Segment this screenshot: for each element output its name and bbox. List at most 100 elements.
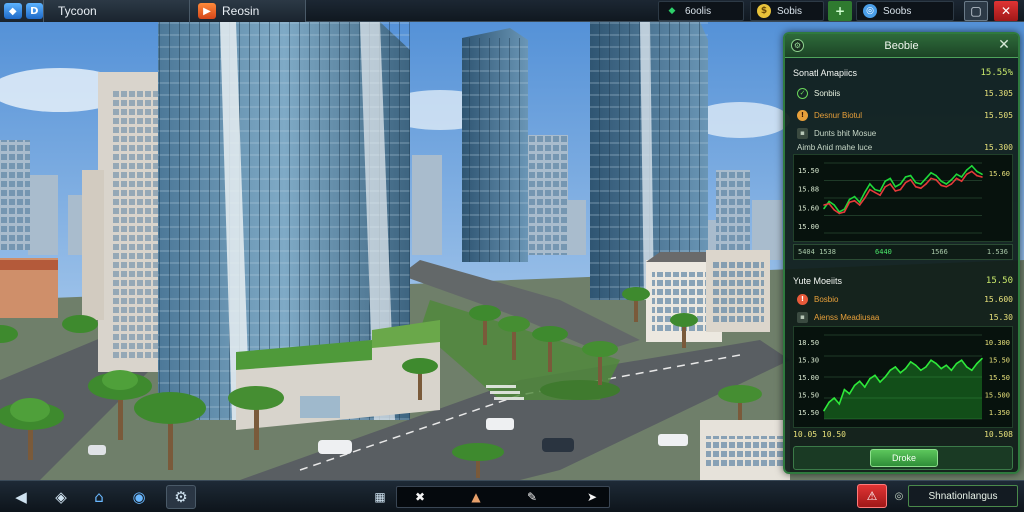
stats-panel: ⚙ Beobie ✕ Sonatl Amapiics 15.55% ✓ Sonb… <box>783 32 1020 474</box>
tick-label: 15.00 <box>798 374 819 382</box>
house-icon[interactable]: ⌂ <box>84 485 114 509</box>
chart2-footer: 10.05 10.50 10.508 <box>793 428 1013 440</box>
panel-settings-icon[interactable]: ⚙ <box>791 39 804 52</box>
toolbox-icon[interactable]: ▦ <box>368 485 392 509</box>
list-item[interactable]: ! Desnur Biotul 15.505 <box>797 108 1013 122</box>
data-point <box>838 403 841 405</box>
play-flag-icon: ▶ <box>198 3 216 19</box>
alert-button[interactable]: ⚠ <box>857 484 887 508</box>
status-text: Shnationlangus <box>928 490 998 502</box>
data-point <box>833 204 835 206</box>
data-point <box>853 195 856 198</box>
data-point <box>863 191 866 194</box>
data-point <box>848 393 851 395</box>
data-point <box>843 211 846 213</box>
data-point <box>925 183 927 185</box>
eye-icon[interactable]: ◉ <box>124 485 154 509</box>
row-label: Sonbiis <box>814 88 841 98</box>
data-label: 10.300 <box>985 339 1010 347</box>
line-chart-1[interactable]: 15.50 15.88 15.60 15.00 15.60 <box>793 154 1013 242</box>
data-point <box>971 165 973 167</box>
add-resource-button[interactable]: + <box>828 1 852 21</box>
resource-globes[interactable]: ◎ Soobs <box>856 1 954 21</box>
data-point <box>955 362 958 365</box>
data-point <box>914 181 917 184</box>
list-item[interactable]: ✓ Sonbiis 15.305 <box>797 86 1013 100</box>
row-value: 15.600 <box>984 294 1013 304</box>
panel-title: Beobie <box>884 39 919 52</box>
data-point <box>899 183 902 185</box>
globe-icon: ◎ <box>863 4 877 18</box>
globe-status-icon: ◎ <box>894 490 904 502</box>
data-point <box>823 204 825 206</box>
tab-tycoon-icons[interactable]: ◆ D <box>0 0 44 22</box>
warning-icon: ! <box>797 109 808 121</box>
data-point <box>971 170 973 173</box>
data-point <box>930 177 932 180</box>
close-game-button[interactable]: ✕ <box>994 1 1018 21</box>
data-point <box>920 183 922 185</box>
row-label: Bosbio <box>814 294 839 304</box>
chart1-footer-label: 5404 1538 <box>798 248 836 256</box>
tag-icon: ▪ <box>797 311 808 323</box>
cube-build-icon[interactable]: ◈ <box>46 485 76 509</box>
bulldozer-icon[interactable]: ✖ <box>407 488 433 506</box>
brush-icon[interactable]: ✎ <box>519 488 545 506</box>
data-point <box>920 369 922 372</box>
row-label: Aienss Meadiusaa <box>814 312 880 322</box>
tick-label: 15.50 <box>798 167 819 175</box>
area-chart-2-svg: 18.50 15.30 15.00 15.50 15.50 10.300 15.50 15.5… <box>798 334 1010 420</box>
data-point <box>960 359 963 361</box>
status-field[interactable]: Shnationlangus <box>908 485 1018 507</box>
panel-header: ⚙ Beobie ✕ <box>785 34 1018 58</box>
section2-value: 15.50 <box>985 276 1013 286</box>
data-point <box>848 201 851 203</box>
area-chart-2[interactable]: 18.50 15.30 15.00 15.50 15.50 10.300 15.50 15.5… <box>793 326 1013 428</box>
data-point <box>930 359 932 361</box>
data-point <box>955 173 958 175</box>
data-point <box>925 366 927 368</box>
list-item: ▪ Aienss Meadiusaa 15.30 <box>797 310 1013 324</box>
tool-strip: ✖ ▲ ✎ ➤ <box>396 486 610 508</box>
resource-gems[interactable]: ◆ 6oolis <box>658 1 744 21</box>
data-point <box>823 207 825 210</box>
settings-house-icon[interactable]: ⚙ <box>166 485 196 509</box>
section2-header: Yute Moeiits 15.50 <box>793 274 1013 288</box>
wrench-icon[interactable]: ➤ <box>579 488 605 506</box>
data-point <box>874 188 876 191</box>
window-button[interactable]: ▢ <box>964 1 988 21</box>
row-value: 15.305 <box>984 88 1013 98</box>
data-point <box>889 369 892 372</box>
data-point <box>920 187 922 189</box>
data-point <box>981 357 983 360</box>
data-point <box>823 409 825 412</box>
row-value: 15.505 <box>984 110 1013 120</box>
data-point <box>894 186 897 188</box>
data-label: 1.350 <box>989 409 1010 417</box>
data-point <box>914 364 917 367</box>
resource-coins-label: Sobis <box>777 5 803 17</box>
puzzle-icon[interactable]: ▲ <box>463 488 489 506</box>
data-point <box>874 191 876 194</box>
list-item: ▪ Dunts bhit Mosue <box>797 126 1013 140</box>
resource-coins[interactable]: $ Sobis <box>750 1 824 21</box>
data-point <box>976 362 978 365</box>
row-value: 15.300 <box>984 142 1013 152</box>
data-point <box>858 201 861 203</box>
tick-label: 15.50 <box>798 392 819 400</box>
data-point <box>904 176 907 178</box>
data-point <box>930 172 932 174</box>
back-icon[interactable]: ◀ <box>6 485 36 509</box>
data-point <box>899 372 902 374</box>
data-point <box>879 194 881 196</box>
data-point <box>889 177 892 180</box>
list-item[interactable]: ! Bosbio 15.600 <box>797 292 1013 306</box>
tab-reosin[interactable]: ▶ Reosin <box>190 0 306 22</box>
panel-close-button[interactable]: ✕ <box>996 37 1012 53</box>
droke-button[interactable]: Droke <box>870 449 938 467</box>
data-point <box>889 183 892 185</box>
data-point <box>965 366 968 368</box>
chart1-footer: 5404 1538 6440 1566 1.536 <box>793 244 1013 260</box>
tab-tycoon[interactable]: Tycoon <box>44 0 190 22</box>
data-point <box>879 190 881 192</box>
